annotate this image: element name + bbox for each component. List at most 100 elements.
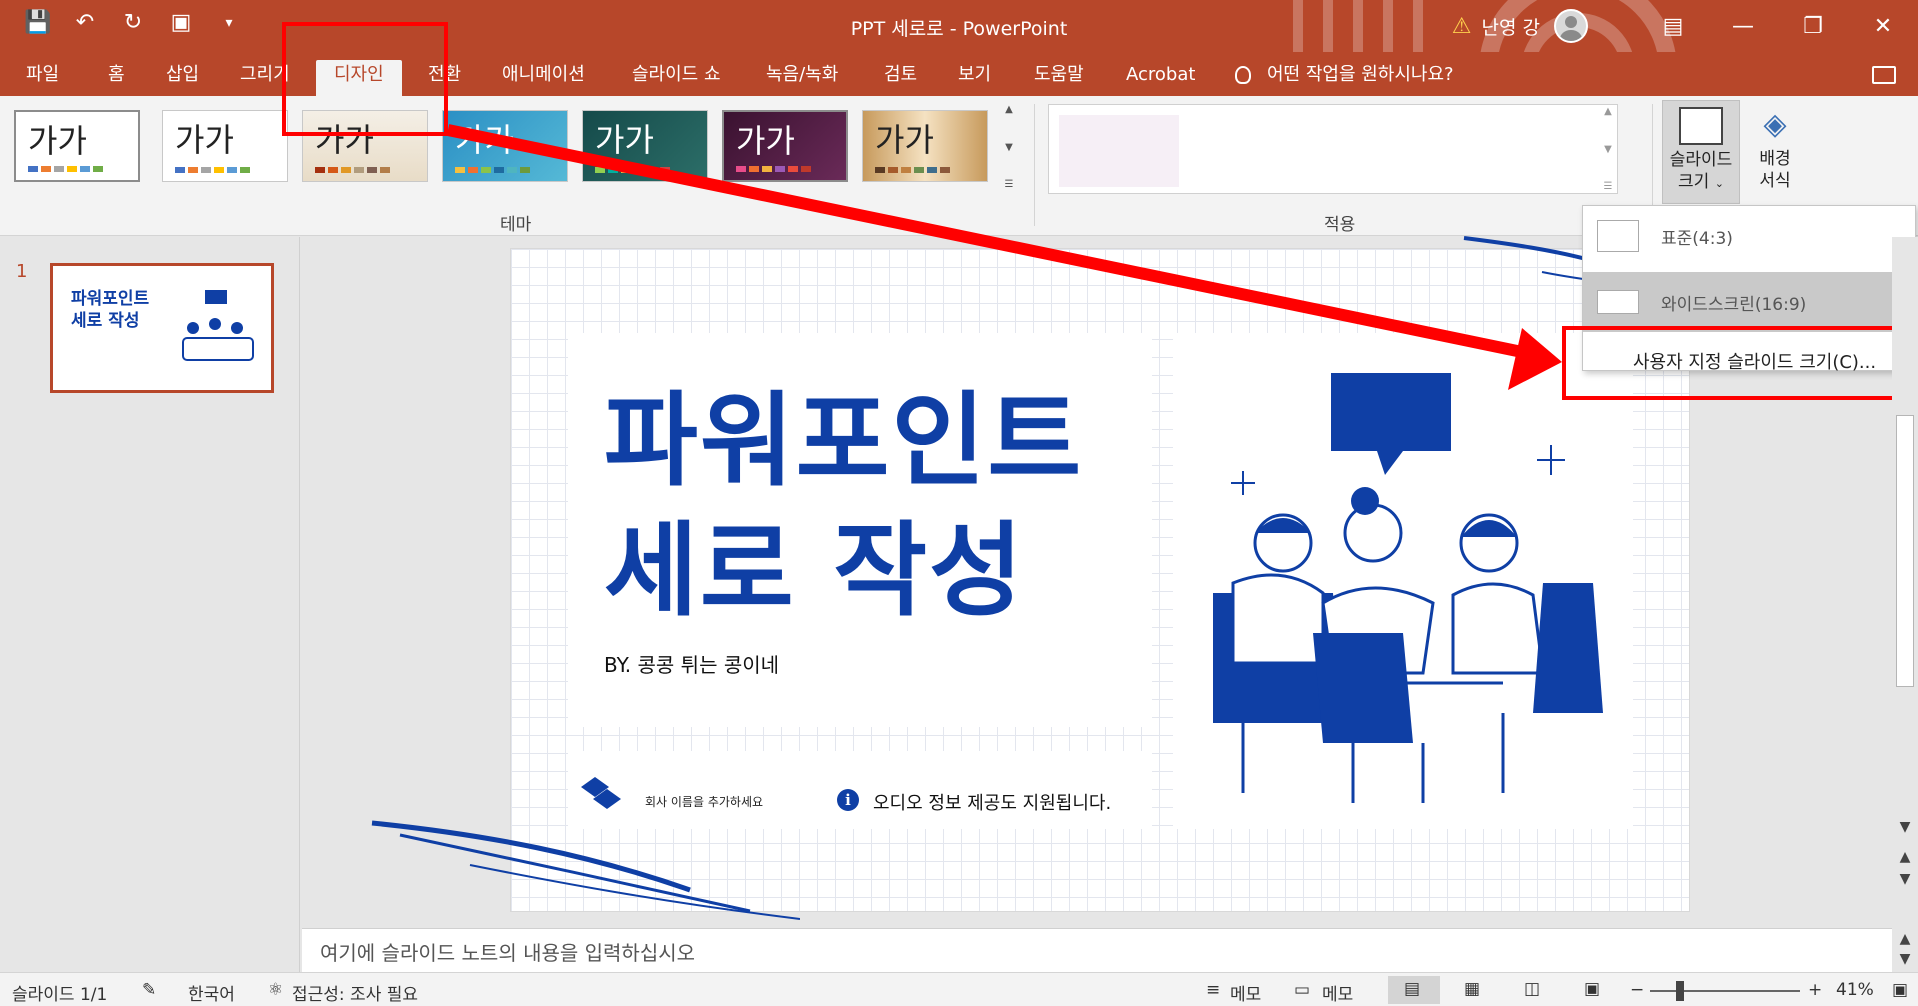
scroll-up-icon[interactable]: ▲ — [1604, 106, 1612, 117]
tab-animations[interactable]: 애니메이션 — [502, 60, 585, 96]
paint-bucket-icon: ◈ — [1763, 107, 1787, 142]
slide-title[interactable]: 파워포인트 세로 작성 — [604, 377, 1164, 637]
spellcheck-icon[interactable]: ✎ — [142, 980, 156, 1000]
reading-view-icon: ◫ — [1524, 979, 1541, 999]
scroll-down-icon[interactable]: ▼ — [1896, 819, 1914, 835]
theme-sample-text: 가가 — [175, 121, 234, 159]
theme-gallery-scroll[interactable]: ▲ ▼ ☰ — [1000, 104, 1018, 190]
slide-canvas[interactable]: 파워포인트 세로 작성 BY. 콩콩 튀는 콩이네 회사 이름을 추가하세요 i… — [510, 248, 1690, 912]
user-name[interactable]: 난영 강 — [1482, 13, 1540, 40]
next-slide-icon[interactable]: ▼ — [1896, 871, 1914, 887]
reading-view-button[interactable]: ◫ — [1508, 976, 1560, 1004]
format-background-label-2: 서식 — [1759, 171, 1791, 191]
gallery-more-icon[interactable]: ☰ — [1604, 181, 1613, 192]
normal-view-button[interactable]: ▤ — [1388, 976, 1440, 1004]
slide-size-icon — [1679, 107, 1723, 145]
notes-icon[interactable]: ≡ — [1206, 980, 1220, 1000]
company-logo-icon — [581, 777, 621, 809]
slide-sorter-icon: ▦ — [1464, 979, 1481, 999]
slide-counter: 슬라이드 1/1 — [12, 985, 108, 1005]
tell-me-search[interactable]: 어떤 작업을 원하시나요? — [1235, 60, 1454, 90]
menu-item-standard[interactable]: 표준(4:3) — [1583, 206, 1915, 266]
slideshow-button[interactable]: ▣ — [1568, 976, 1620, 1004]
company-name[interactable]: 회사 이름을 추가하세요 — [645, 793, 763, 810]
slide-size-label-2: 크기 — [1678, 172, 1710, 192]
tab-record[interactable]: 녹음/녹화 — [766, 60, 838, 96]
info-icon: i — [837, 789, 859, 811]
vertical-scrollbar[interactable]: ▼ ▲ ▼ ▲ ▼ — [1892, 237, 1918, 972]
status-bar: 슬라이드 1/1 ✎ 한국어 ⚛ 접근성: 조사 필요 ≡ 메모 ▭ 메모 ▤ … — [0, 972, 1918, 1006]
tab-view[interactable]: 보기 — [958, 60, 991, 96]
theme-sample-text: 가가 — [455, 121, 514, 159]
tab-home[interactable]: 홈 — [108, 60, 125, 96]
annotation-box-design-tab — [282, 22, 448, 136]
theme-office[interactable]: 가가 — [14, 110, 140, 182]
variants-group-label: 적용 — [1324, 215, 1356, 235]
slide-size-button[interactable]: 슬라이드 크기 ⌄ — [1662, 100, 1740, 204]
theme-sample-text: 가가 — [28, 122, 87, 160]
variants-gallery — [1048, 104, 1618, 194]
accessibility-icon[interactable]: ⚛ — [268, 980, 283, 1000]
gallery-more-icon[interactable]: ☰ — [1005, 179, 1014, 190]
slide-size-label: 슬라이드 — [1669, 150, 1733, 170]
slide-byline[interactable]: BY. 콩콩 튀는 콩이네 — [604, 649, 779, 678]
scroll-down-icon[interactable]: ▼ — [1604, 144, 1612, 155]
notes-scroll-up-icon[interactable]: ▲ — [1896, 931, 1914, 947]
tab-file[interactable]: 파일 — [26, 60, 59, 96]
notes-scroll-down-icon[interactable]: ▼ — [1896, 951, 1914, 967]
variant-thumbnail[interactable] — [1059, 115, 1179, 187]
comments-toggle[interactable]: 메모 — [1322, 980, 1353, 1005]
comments-status-icon[interactable]: ▭ — [1294, 980, 1310, 1000]
fit-to-window-icon[interactable]: ▣ — [1892, 980, 1908, 1000]
notes-placeholder: 여기에 슬라이드 노트의 내용을 입력하십시오 — [320, 941, 696, 965]
close-icon[interactable]: ✕ — [1848, 14, 1918, 39]
scroll-up-icon[interactable]: ▲ — [1005, 104, 1013, 115]
tab-insert[interactable]: 삽입 — [166, 60, 199, 96]
theme-sample-text: 가가 — [875, 121, 934, 159]
annotation-box-custom-size — [1562, 326, 1902, 400]
group-separator — [1034, 104, 1035, 226]
theme-berlin[interactable]: 가가 — [722, 110, 848, 182]
theme-wood[interactable]: 가가 — [862, 110, 988, 182]
slide-sorter-button[interactable]: ▦ — [1448, 976, 1500, 1004]
zoom-level[interactable]: 41% — [1836, 980, 1874, 1000]
ribbon-display-options-icon[interactable]: ▤ — [1638, 14, 1708, 39]
comments-icon[interactable] — [1872, 66, 1896, 84]
scrollbar-thumb[interactable] — [1896, 415, 1914, 687]
tab-review[interactable]: 검토 — [884, 60, 917, 96]
scroll-down-icon[interactable]: ▼ — [1005, 142, 1013, 153]
zoom-slider-handle[interactable] — [1676, 981, 1684, 1001]
audio-notice[interactable]: 오디오 정보 제공도 지원됩니다. — [873, 789, 1111, 815]
tab-acrobat[interactable]: Acrobat — [1126, 60, 1195, 96]
brush-stroke-decoration — [1463, 236, 1591, 281]
slide-thumbnail[interactable]: 파워포인트 세로 작성 — [50, 263, 274, 393]
language-indicator[interactable]: 한국어 — [188, 980, 235, 1005]
warning-icon[interactable]: ⚠ — [1452, 14, 1472, 39]
accessibility-status[interactable]: 접근성: 조사 필요 — [292, 980, 418, 1005]
minimize-icon[interactable]: — — [1708, 14, 1778, 39]
format-background-button[interactable]: ◈ 배경 서식 — [1736, 100, 1814, 204]
thumbnail-title: 파워포인트 세로 작성 — [71, 289, 150, 331]
theme-sample-text: 가가 — [736, 122, 795, 160]
theme-office-2[interactable]: 가가 — [162, 110, 288, 182]
slide-thumbnail-pane: 1 파워포인트 세로 작성 — [0, 237, 300, 972]
notes-pane[interactable]: 여기에 슬라이드 노트의 내용을 입력하십시오 — [302, 928, 1892, 972]
brush-stroke-decoration — [371, 820, 800, 920]
zoom-slider[interactable] — [1650, 990, 1800, 992]
zoom-in-icon[interactable]: + — [1808, 980, 1822, 1000]
restore-icon[interactable]: ❐ — [1778, 14, 1848, 39]
theme-sample-text: 가가 — [595, 121, 654, 159]
theme-organic[interactable]: 가가 — [582, 110, 708, 182]
variants-gallery-scroll[interactable]: ▲ ▼ ☰ — [1600, 106, 1616, 192]
slideshow-icon: ▣ — [1584, 979, 1601, 999]
theme-ion[interactable]: 가가 — [442, 110, 568, 182]
tab-help[interactable]: 도움말 — [1034, 60, 1084, 96]
lightbulb-icon — [1235, 66, 1251, 84]
previous-slide-icon[interactable]: ▲ — [1896, 849, 1914, 865]
zoom-out-icon[interactable]: − — [1630, 980, 1644, 1000]
menu-item-widescreen[interactable]: 와이드스크린(16:9) — [1583, 272, 1915, 332]
notes-toggle[interactable]: 메모 — [1230, 980, 1261, 1005]
tab-slideshow[interactable]: 슬라이드 쇼 — [632, 60, 721, 96]
slide-number: 1 — [16, 261, 28, 282]
avatar[interactable] — [1554, 9, 1588, 43]
